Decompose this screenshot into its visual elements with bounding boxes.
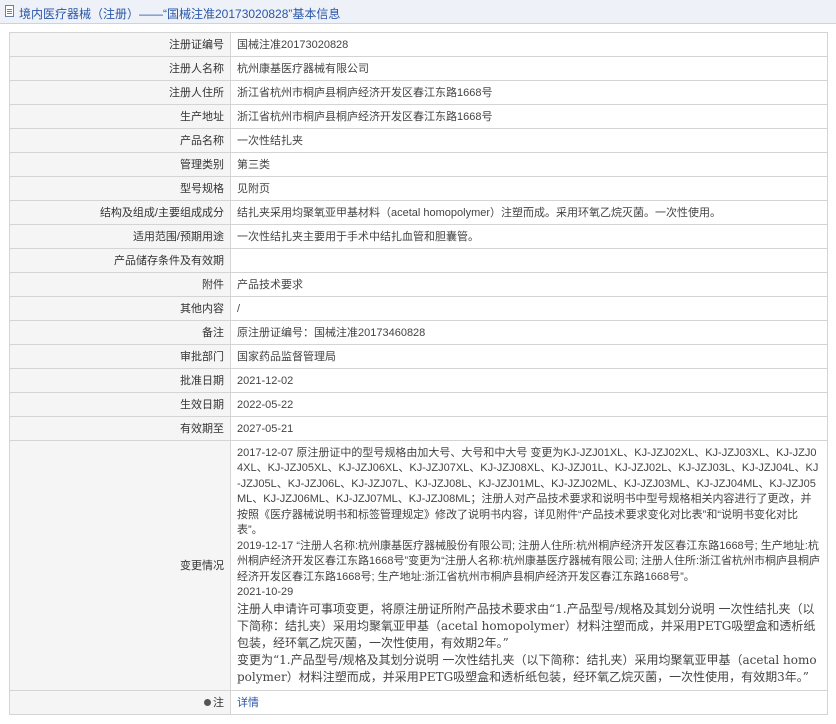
change-entry-2021-date: 2021-10-29 [237,586,294,598]
table-row: 生产地址 浙江省杭州市桐庐县桐庐经济开发区春江东路1668号 [9,104,828,129]
row-label: 批准日期 [9,368,231,393]
row-value: 浙江省杭州市桐庐县桐庐经济开发区春江东路1668号 [230,80,828,105]
row-label: 备注 [9,320,231,345]
table-row: 有效期至 2027-05-21 [9,416,828,441]
table-row: 审批部门 国家药品监督管理局 [9,344,828,369]
info-table: 注册证编号 国械注准20173020828 注册人名称 杭州康基医疗器械有限公司 注… [9,32,828,715]
row-label: 审批部门 [9,344,231,369]
row-label: 产品名称 [9,128,231,153]
row-value: 一次性结扎夹 [230,128,828,153]
table-row: 批准日期 2021-12-02 [9,368,828,393]
change-entry-2019: 2019-12-17 “注册人名称:杭州康基医疗器械股份有限公司; 注册人住所:… [237,539,821,583]
table-row: 产品名称 一次性结扎夹 [9,128,828,153]
table-row: 注册人名称 杭州康基医疗器械有限公司 [9,56,828,81]
row-value: 第三类 [230,152,828,177]
row-value [230,248,828,273]
row-label: 其他内容 [9,296,231,321]
note-value: 详情 [230,690,828,715]
row-value: / [230,296,828,321]
row-value: 产品技术要求 [230,272,828,297]
details-link[interactable]: 详情 [237,697,259,709]
row-label: 注册人名称 [9,56,231,81]
table-row: 适用范围/预期用途 一次性结扎夹主要用于手术中结扎血管和胆囊管。 [9,224,828,249]
document-icon [5,5,14,17]
row-label: 管理类别 [9,152,231,177]
row-value: 国械注准20173020828 [230,32,828,57]
change-entry-2017: 2017-12-07 原注册证中的型号规格由加大号、大号和中大号 变更为KJ-J… [237,446,819,537]
table-row: 备注 原注册证编号：国械注准20173460828 [9,320,828,345]
row-value: 2021-12-02 [230,368,828,393]
table-row: 产品储存条件及有效期 [9,248,828,273]
row-label: 注册证编号 [9,32,231,57]
row-value: 国家药品监督管理局 [230,344,828,369]
table-row: 变更情况 2017-12-07 原注册证中的型号规格由加大号、大号和中大号 变更… [9,440,828,691]
row-value: 见附页 [230,176,828,201]
row-label: 产品储存条件及有效期 [9,248,231,273]
row-label: 有效期至 [9,416,231,441]
table-row: 注册证编号 国械注准20173020828 [9,32,828,57]
row-label: 变更情况 [9,440,231,691]
change-entry-2021-after: 变更为“1.产品型号/规格及其划分说明 一次性结扎夹（以下简称：结扎夹）采用均聚… [237,652,817,684]
row-label: 附件 [9,272,231,297]
row-label: 适用范围/预期用途 [9,224,231,249]
row-label: 生效日期 [9,392,231,417]
page-title: 境内医疗器械（注册）——“国械注准20173020828”基本信息 [19,7,341,21]
row-value: 原注册证编号：国械注准20173460828 [230,320,828,345]
row-label: 型号规格 [9,176,231,201]
row-value: 结扎夹采用均聚氧亚甲基材料（acetal homopolymer）注塑而成。采用… [230,200,828,225]
table-row: 注 详情 [9,690,828,715]
row-value: 2022-05-22 [230,392,828,417]
table-row: 附件 产品技术要求 [9,272,828,297]
page-header: 境内医疗器械（注册）——“国械注准20173020828”基本信息 [0,0,836,24]
table-row: 其他内容 / [9,296,828,321]
row-value: 杭州康基医疗器械有限公司 [230,56,828,81]
row-label: 注册人住所 [9,80,231,105]
change-entry-2021-before: 注册人申请许可事项变更，将原注册证所附产品技术要求由“1.产品型号/规格及其划分… [237,601,816,650]
table-row: 生效日期 2022-05-22 [9,392,828,417]
row-label: 结构及组成/主要组成成分 [9,200,231,225]
row-value: 浙江省杭州市桐庐县桐庐经济开发区春江东路1668号 [230,104,828,129]
change-history: 2017-12-07 原注册证中的型号规格由加大号、大号和中大号 变更为KJ-J… [230,440,828,691]
note-icon [204,699,211,707]
table-row: 结构及组成/主要组成成分 结扎夹采用均聚氧亚甲基材料（acetal homopol… [9,200,828,225]
table-row: 管理类别 第三类 [9,152,828,177]
table-row: 注册人住所 浙江省杭州市桐庐县桐庐经济开发区春江东路1668号 [9,80,828,105]
note-label: 注 [9,690,231,715]
row-value: 2027-05-21 [230,416,828,441]
row-label: 生产地址 [9,104,231,129]
table-row: 型号规格 见附页 [9,176,828,201]
row-value: 一次性结扎夹主要用于手术中结扎血管和胆囊管。 [230,224,828,249]
